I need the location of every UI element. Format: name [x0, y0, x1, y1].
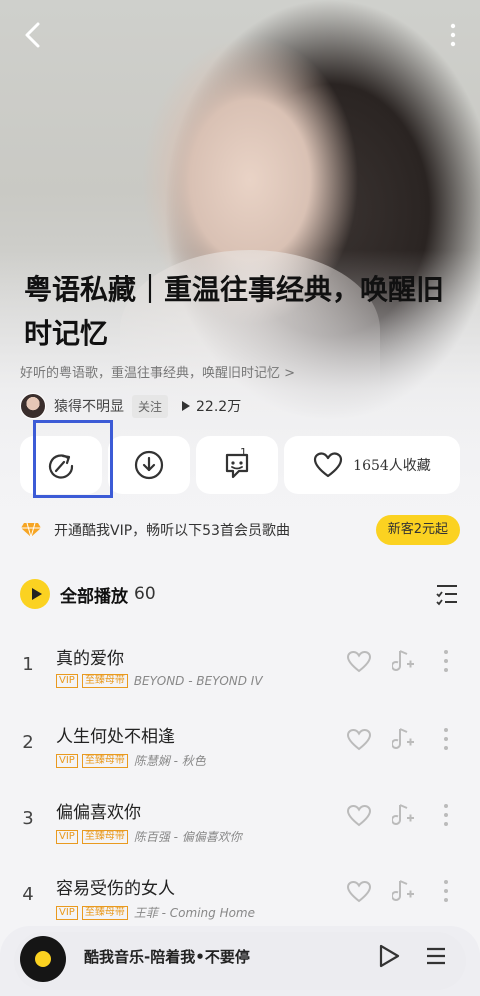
song-more-icon[interactable]: [442, 802, 450, 828]
playlist-description[interactable]: 好听的粤语歌，重温往事经典，唤醒旧时记忆 >: [20, 362, 295, 381]
song-artist: BEYOND - BEYOND IV: [133, 674, 263, 688]
download-button[interactable]: [108, 436, 190, 494]
add-to-playlist-icon[interactable]: [392, 648, 416, 674]
album-disc[interactable]: [20, 936, 66, 982]
song-artist: 陈百强 - 偏偏喜欢你: [133, 830, 242, 844]
song-artist: 陈慧娴 - 秋色: [133, 754, 206, 768]
song-artist: 王菲 - Coming Home: [133, 906, 256, 920]
highlight-box: [33, 420, 113, 498]
vip-tag: VIP: [56, 753, 78, 768]
back-arrow-icon[interactable]: [18, 20, 48, 50]
song-row[interactable]: 2 人生何处不相逢 VIP 至臻母带 陈慧娴 - 秋色: [0, 714, 480, 784]
download-icon: [134, 450, 164, 480]
like-heart-icon[interactable]: [346, 650, 372, 674]
add-to-playlist-icon[interactable]: [392, 802, 416, 828]
like-heart-icon[interactable]: [346, 804, 372, 828]
song-number: 2: [22, 732, 34, 753]
song-meta: VIP 至臻母带 陈百强 - 偏偏喜欢你: [56, 828, 242, 845]
add-to-playlist-icon[interactable]: [392, 726, 416, 752]
comment-count: 1: [240, 446, 247, 459]
song-row[interactable]: 1 真的爱你 VIP 至臻母带 BEYOND - BEYOND IV: [0, 636, 480, 706]
play-count: 22.2万: [182, 396, 241, 416]
song-meta: VIP 至臻母带 陈慧娴 - 秋色: [56, 752, 206, 769]
vip-tag: VIP: [56, 905, 78, 920]
song-more-icon[interactable]: [442, 726, 450, 752]
playlist-queue-icon[interactable]: [424, 944, 448, 968]
multi-select-icon[interactable]: [434, 581, 460, 607]
vip-banner: 开通酷我VIP，畅听以下53首会员歌曲 新客2元起: [20, 514, 460, 546]
song-number: 3: [22, 808, 34, 829]
song-meta: VIP 至臻母带 王菲 - Coming Home: [56, 904, 255, 921]
follow-button[interactable]: 关注: [132, 394, 169, 418]
song-number: 4: [22, 884, 34, 905]
more-vertical-icon[interactable]: [448, 22, 458, 48]
quality-tag: 至臻母带: [81, 829, 128, 844]
vip-tag: VIP: [56, 829, 78, 844]
song-row[interactable]: 3 偏偏喜欢你 VIP 至臻母带 陈百强 - 偏偏喜欢你: [0, 790, 480, 860]
vip-tag: VIP: [56, 674, 78, 688]
add-to-playlist-icon[interactable]: [392, 878, 416, 904]
song-title[interactable]: 容易受伤的女人: [56, 874, 175, 899]
comment-button[interactable]: 1: [196, 436, 278, 494]
play-count-value: 22.2万: [196, 399, 242, 415]
like-heart-icon[interactable]: [346, 728, 372, 752]
play-triangle-icon: [182, 401, 191, 411]
quality-tag: 至臻母带: [81, 753, 128, 768]
author-name[interactable]: 猿得不明显: [54, 396, 124, 416]
heart-icon: [314, 452, 343, 478]
playlist-title: 粤语私藏｜重温往事经典，唤醒旧时记忆: [24, 273, 445, 350]
author-avatar[interactable]: [20, 393, 46, 419]
play-all-label[interactable]: 全部播放: [60, 582, 128, 607]
song-title[interactable]: 偏偏喜欢你: [56, 798, 141, 823]
song-title[interactable]: 人生何处不相逢: [56, 722, 175, 747]
collect-count: 1654人收藏: [353, 458, 431, 474]
author-row: 猿得不明显 关注 22.2万: [20, 392, 241, 420]
play-all-count: 60: [134, 584, 156, 604]
comment-icon: [225, 453, 249, 479]
collect-button[interactable]: 1654人收藏: [284, 436, 460, 494]
play-all-icon[interactable]: [20, 579, 50, 609]
vip-banner-text: 开通酷我VIP，畅听以下53首会员歌曲: [54, 523, 290, 539]
song-title[interactable]: 真的爱你: [56, 644, 124, 669]
diamond-icon: [21, 522, 41, 538]
like-heart-icon[interactable]: [346, 880, 372, 904]
song-meta: VIP 至臻母带 BEYOND - BEYOND IV: [56, 674, 263, 688]
song-more-icon[interactable]: [442, 648, 450, 674]
song-more-icon[interactable]: [442, 878, 450, 904]
now-playing-text[interactable]: 酷我音乐-陪着我•不要停: [84, 946, 250, 967]
quality-tag: 至臻母带: [81, 905, 128, 920]
song-number: 1: [22, 654, 34, 675]
play-icon[interactable]: [378, 944, 400, 968]
vip-offer-button[interactable]: 新客2元起: [375, 515, 460, 545]
quality-tag: 至臻母带: [81, 674, 128, 688]
play-all-row: 全部播放 60: [20, 578, 460, 610]
